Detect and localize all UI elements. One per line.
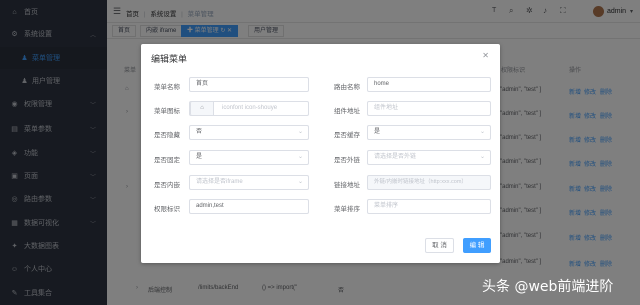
iframe-select[interactable]: 请选择是否iframe ⌄ [189, 175, 309, 190]
route-name-input[interactable]: home [367, 77, 491, 92]
cache-select-value: 是 [374, 129, 381, 135]
iframe-placeholder: 请选择是否iframe [196, 179, 243, 185]
cache-label: 是否缓存 [334, 132, 360, 139]
permission-label: 权限标识 [154, 206, 180, 213]
link-addr-input: 外链/内嵌时链接地址（http:xxx.com） [367, 175, 491, 190]
external-link-label: 是否外链 [334, 157, 360, 164]
external-link-select[interactable]: 请选择是否外链 ⌄ [367, 150, 491, 165]
dialog-title: 编辑菜单 [151, 54, 188, 64]
cancel-button[interactable]: 取 消 [425, 238, 454, 253]
menu-sort-input[interactable]: 菜单排序 [367, 199, 491, 214]
fixed-select[interactable]: 是 ⌄ [189, 150, 309, 165]
chevron-down-icon: ⌄ [297, 154, 303, 160]
chevron-down-icon: ⌄ [297, 179, 303, 185]
hidden-select[interactable]: 否 ⌄ [189, 125, 309, 140]
fixed-label: 是否固定 [154, 157, 180, 164]
menu-icon-label: 菜单图标 [154, 108, 180, 115]
menu-icon-placeholder: iconfont icon-shouye [222, 105, 278, 111]
component-addr-input[interactable]: 组件地址 [367, 101, 491, 116]
watermark-text: 头条 @web前端进阶 [482, 279, 614, 295]
chevron-down-icon: ⌄ [297, 129, 303, 135]
menu-icon-input[interactable]: ⌂ iconfont icon-shouye [189, 101, 309, 116]
confirm-edit-button[interactable]: 编 辑 [463, 238, 491, 253]
link-addr-label: 链接地址 [334, 182, 360, 189]
cache-select[interactable]: 是 ⌄ [367, 125, 491, 140]
component-addr-label: 组件地址 [334, 108, 360, 115]
fixed-select-value: 是 [196, 154, 203, 160]
edit-menu-dialog: 编辑菜单 ✕ 菜单名称 首页 路由名称 home 菜单图标 ⌂ iconfont… [141, 44, 500, 263]
menu-name-label: 菜单名称 [154, 84, 180, 91]
external-link-placeholder: 请选择是否外链 [374, 154, 417, 160]
permission-input[interactable]: admin,test [189, 199, 309, 214]
hidden-label: 是否隐藏 [154, 132, 180, 139]
home-icon: ⌂ [190, 102, 214, 115]
close-icon[interactable]: ✕ [482, 51, 489, 60]
iframe-label: 是否内嵌 [154, 182, 180, 189]
chevron-down-icon: ⌄ [479, 129, 485, 135]
menu-sort-label: 菜单排序 [334, 206, 360, 213]
hidden-select-value: 否 [196, 129, 203, 135]
menu-name-input[interactable]: 首页 [189, 77, 309, 92]
chevron-down-icon: ⌄ [479, 154, 485, 160]
route-name-label: 路由名称 [334, 84, 360, 91]
